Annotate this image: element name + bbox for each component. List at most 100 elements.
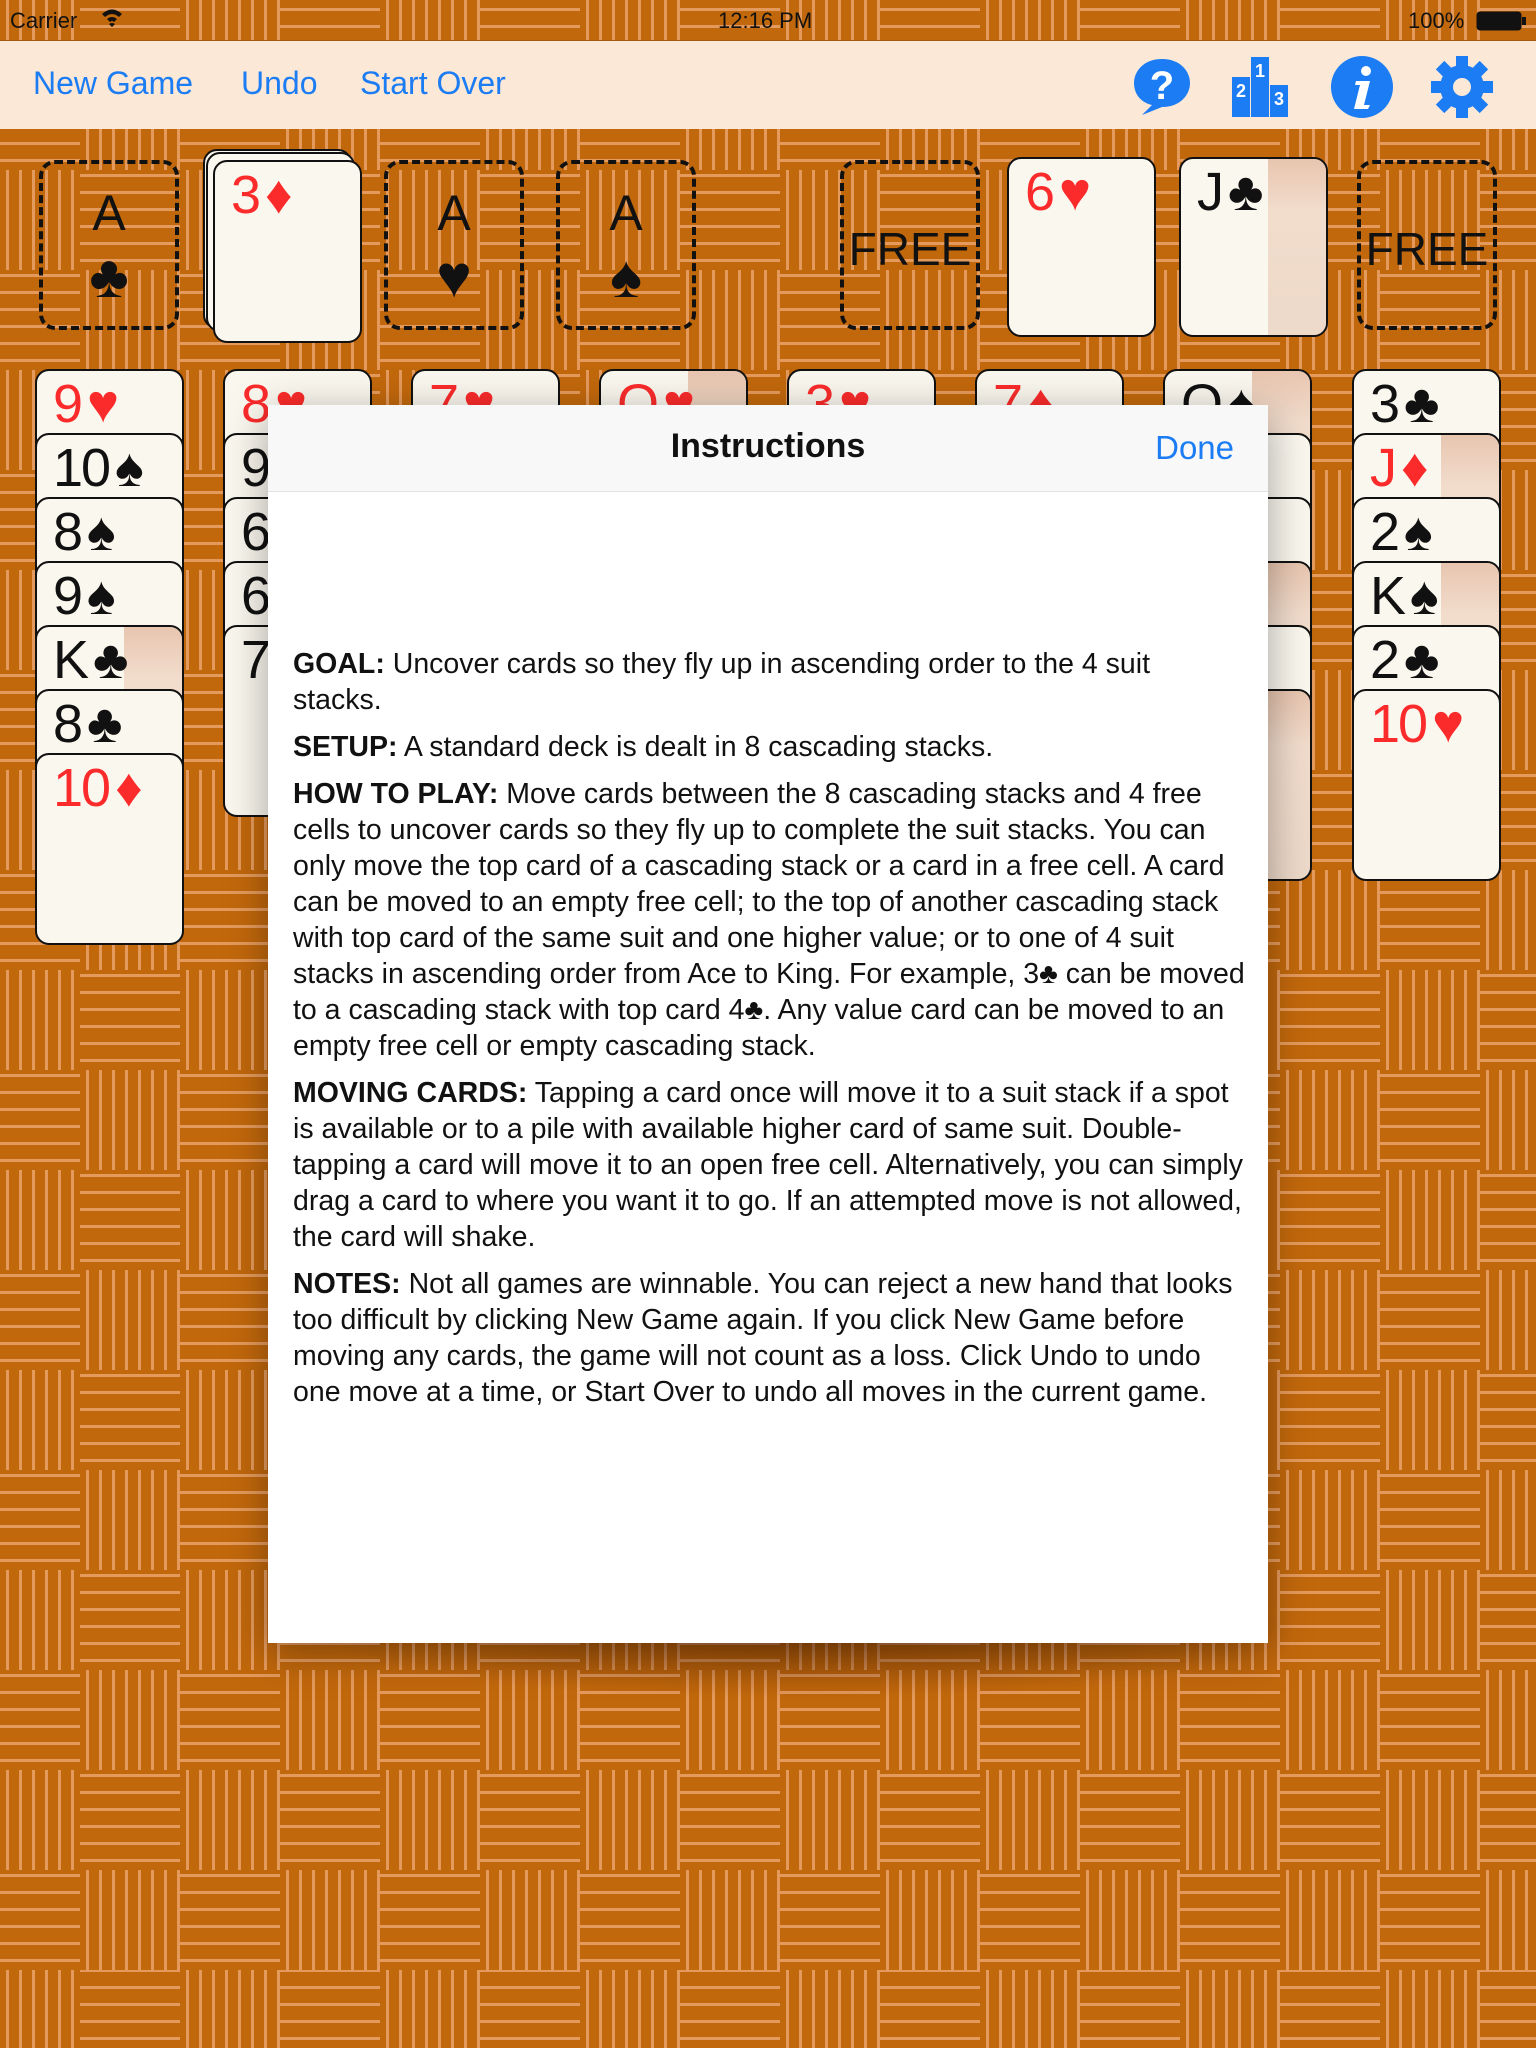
free-cell-card[interactable]: J ♣	[1179, 157, 1328, 337]
card-rank: 6	[241, 502, 271, 562]
card-label: 10 ♦	[53, 757, 143, 819]
section-text: Uncover cards so they fly up in ascendin…	[293, 648, 1150, 716]
card-rank: 9	[53, 374, 83, 434]
modal-header: Instructions Done	[268, 405, 1268, 492]
card-label: 3 ♦	[231, 164, 293, 226]
section-text: Move cards between the 8 cascading stack…	[293, 778, 1245, 1062]
foundation-card[interactable]: 3 ♦	[213, 160, 362, 343]
battery-percent: 100%	[1408, 8, 1465, 33]
card-suit: ♠	[1404, 502, 1433, 562]
leaderboard-podium-icon[interactable]: 213	[1228, 55, 1292, 119]
section-heading: HOW TO PLAY:	[293, 778, 499, 810]
card-label: 2 ♣	[1370, 629, 1440, 691]
foundation-slot[interactable]: A ♠	[556, 160, 696, 330]
placeholder-suit: ♥	[436, 243, 472, 310]
card-label: J ♣	[1197, 161, 1263, 223]
cascade-card[interactable]: 10 ♦	[35, 753, 184, 945]
card-suit: ♠	[87, 566, 116, 626]
section-text: A standard deck is dealt in 8 cascading …	[397, 731, 994, 763]
done-button[interactable]: Done	[1155, 429, 1234, 467]
card-label: 9 ♠	[53, 565, 116, 627]
card-suit: ♣	[1404, 630, 1439, 690]
card-rank: 7	[241, 630, 271, 690]
foundation-slot[interactable]: A ♥	[384, 160, 524, 330]
card-suit: ♠	[115, 438, 144, 498]
card-suit: ♦	[1401, 438, 1429, 498]
carrier-label: Carrier	[10, 8, 78, 33]
card-rank: 6	[1025, 162, 1055, 222]
modal-title: Instructions	[670, 427, 866, 465]
card-rank: 6	[241, 566, 271, 626]
card-rank: K	[1370, 566, 1406, 626]
section-heading: GOAL:	[293, 648, 385, 680]
section-text: Not all games are winnable. You can reje…	[293, 1268, 1233, 1408]
card-label: K ♣	[53, 629, 128, 691]
card-rank: 3	[1370, 374, 1400, 434]
card-label: 9 ♥	[53, 373, 119, 435]
undo-button[interactable]: Undo	[241, 65, 318, 102]
instructions-text: GOAL: Uncover cards so they fly up in as…	[268, 492, 1268, 1410]
card-rank: 3	[231, 165, 261, 225]
gear-icon[interactable]	[1430, 55, 1494, 119]
status-bar: Carrier 12:16 PM 100%	[0, 0, 1536, 40]
card-label: 6 ♥	[1025, 161, 1091, 223]
card-rank: 9	[241, 438, 271, 498]
clock: 12:16 PM	[718, 8, 813, 33]
svg-text:3: 3	[1274, 89, 1284, 109]
svg-text:1: 1	[1255, 61, 1265, 81]
card-label: 8 ♠	[53, 501, 116, 563]
placeholder-rank: A	[92, 185, 126, 241]
section-heading: SETUP:	[293, 731, 398, 763]
instructions-modal: Instructions Done GOAL: Uncover cards so…	[268, 405, 1268, 1643]
free-cell-slot[interactable]: FREE	[1357, 160, 1497, 330]
placeholder-suit: ♠	[610, 243, 642, 310]
free-cell-card[interactable]: 6 ♥	[1007, 157, 1156, 337]
new-game-button[interactable]: New Game	[33, 65, 193, 102]
instruction-paragraph: GOAL: Uncover cards so they fly up in as…	[293, 646, 1246, 718]
card-label: 10 ♥	[1370, 693, 1464, 755]
free-label: FREE	[1365, 223, 1489, 275]
svg-text:?: ?	[1150, 64, 1174, 108]
card-suit: ♥	[1059, 162, 1091, 222]
card-suit: ♣	[1404, 374, 1439, 434]
toolbar: New Game Undo Start Over ? 213	[0, 40, 1536, 129]
instruction-paragraph: MOVING CARDS: Tapping a card once will m…	[293, 1075, 1246, 1255]
card-rank: 2	[1370, 502, 1400, 562]
card-suit: ♥	[87, 374, 119, 434]
face-card-art	[1268, 159, 1326, 335]
card-rank: 2	[1370, 630, 1400, 690]
instruction-paragraph: HOW TO PLAY: Move cards between the 8 ca…	[293, 776, 1246, 1064]
foundation-slot[interactable]: A ♣	[39, 160, 179, 330]
card-label: J ♦	[1370, 437, 1429, 499]
instruction-paragraph: SETUP: A standard deck is dealt in 8 cas…	[293, 729, 1246, 765]
placeholder-suit: ♣	[89, 243, 129, 310]
cascade-card[interactable]: 10 ♥	[1352, 689, 1501, 881]
free-label: FREE	[848, 223, 972, 275]
card-rank: J	[1197, 162, 1224, 222]
card-suit: ♣	[87, 694, 122, 754]
card-suit: ♣	[93, 630, 128, 690]
card-rank: 8	[241, 374, 271, 434]
card-label: 3 ♣	[1370, 373, 1440, 435]
battery-icon	[1476, 10, 1528, 38]
card-rank: K	[53, 630, 89, 690]
card-rank: 8	[53, 502, 83, 562]
placeholder-rank: A	[609, 185, 643, 241]
free-cell-slot[interactable]: FREE	[840, 160, 980, 330]
card-label: 8 ♣	[53, 693, 123, 755]
svg-text:2: 2	[1236, 81, 1246, 101]
card-rank: J	[1370, 438, 1397, 498]
info-icon[interactable]	[1330, 55, 1394, 119]
section-heading: MOVING CARDS:	[293, 1077, 528, 1109]
section-heading: NOTES:	[293, 1268, 401, 1300]
start-over-button[interactable]: Start Over	[360, 65, 506, 102]
card-rank: 9	[53, 566, 83, 626]
instruction-paragraph: NOTES: Not all games are winnable. You c…	[293, 1266, 1246, 1410]
card-suit: ♦	[265, 165, 293, 225]
card-suit: ♠	[1410, 566, 1439, 626]
card-suit: ♥	[1432, 694, 1464, 754]
placeholder-rank: A	[437, 185, 471, 241]
help-bubble-icon[interactable]: ?	[1130, 55, 1194, 119]
card-suit: ♣	[1228, 162, 1263, 222]
card-rank: 10	[1370, 694, 1428, 754]
